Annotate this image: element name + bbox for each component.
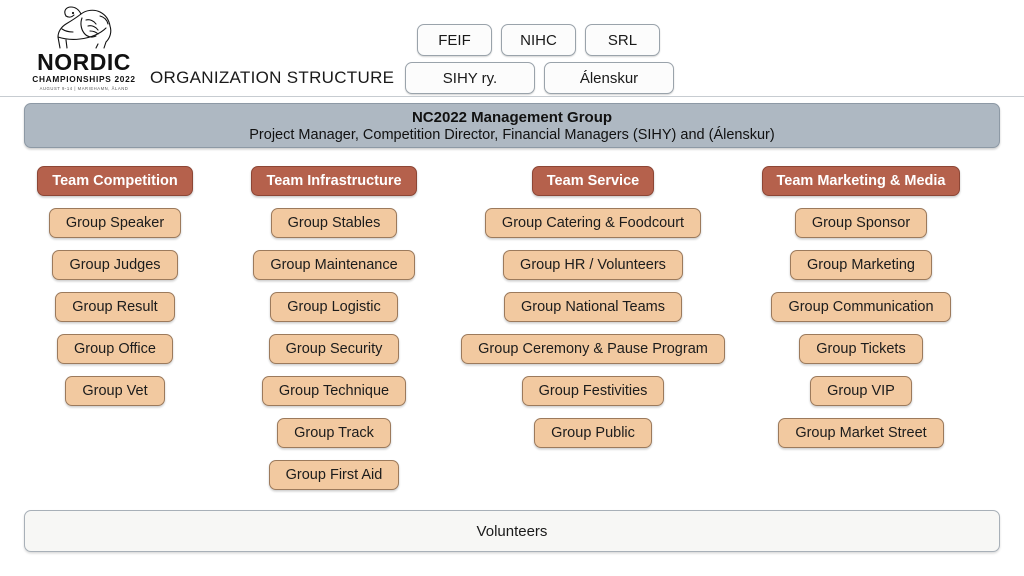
teams-container: Team Competition Group Speaker Group Jud…	[0, 166, 1024, 496]
affiliation-feif[interactable]: FEIF	[417, 24, 492, 56]
group-box[interactable]: Group Judges	[52, 250, 178, 280]
organization-structure-chart: NORDIC CHAMPIONSHIPS 2022 AUGUST 9-14 | …	[0, 0, 1024, 576]
affiliation-srl[interactable]: SRL	[585, 24, 660, 56]
page-title: ORGANIZATION STRUCTURE	[150, 68, 395, 87]
team-header-marketing-media[interactable]: Team Marketing & Media	[761, 166, 961, 196]
affiliations-row-2: SIHY ry. Álenskur	[405, 62, 674, 94]
group-box[interactable]: Group Sponsor	[794, 208, 928, 238]
header-divider	[0, 96, 1024, 97]
group-box[interactable]: Group Speaker	[48, 208, 182, 238]
affiliations-row-1: FEIF NIHC SRL	[417, 24, 660, 56]
group-box[interactable]: Group Track	[277, 418, 391, 448]
nordic-championships-logo: NORDIC CHAMPIONSHIPS 2022 AUGUST 9-14 | …	[24, 4, 144, 96]
nordic-horse-emblem-icon	[57, 6, 112, 49]
management-group-banner: NC2022 Management Group Project Manager,…	[24, 103, 1000, 148]
team-column-competition: Team Competition Group Speaker Group Jud…	[24, 166, 206, 418]
group-box[interactable]: Group Market Street	[778, 418, 944, 448]
volunteers-label: Volunteers	[476, 522, 548, 540]
group-box[interactable]: Group Communication	[771, 292, 951, 322]
group-box[interactable]: Group Ceremony & Pause Program	[461, 334, 725, 364]
group-box[interactable]: Group VIP	[810, 376, 912, 406]
logo-wordmark: NORDIC	[37, 49, 131, 75]
group-box[interactable]: Group Result	[55, 292, 175, 322]
team-header-infrastructure[interactable]: Team Infrastructure	[251, 166, 417, 196]
group-box[interactable]: Group Maintenance	[253, 250, 415, 280]
group-box[interactable]: Group Security	[268, 334, 400, 364]
group-box[interactable]: Group Marketing	[790, 250, 932, 280]
group-box[interactable]: Group First Aid	[268, 460, 400, 490]
group-box[interactable]: Group Public	[534, 418, 652, 448]
page-header: NORDIC CHAMPIONSHIPS 2022 AUGUST 9-14 | …	[0, 0, 1024, 97]
logo-subtitle: CHAMPIONSHIPS 2022	[32, 74, 136, 84]
group-box[interactable]: Group Logistic	[270, 292, 398, 322]
group-box[interactable]: Group Catering & Foodcourt	[484, 208, 702, 238]
group-box[interactable]: Group Technique	[261, 376, 407, 406]
affiliation-alenskur[interactable]: Álenskur	[544, 62, 674, 94]
team-column-marketing-media: Team Marketing & Media Group Sponsor Gro…	[756, 166, 966, 460]
group-box[interactable]: Group Vet	[65, 376, 165, 406]
team-column-service: Team Service Group Catering & Foodcourt …	[437, 166, 749, 460]
group-box[interactable]: Group Stables	[270, 208, 398, 238]
group-box[interactable]: Group Festivities	[521, 376, 665, 406]
management-group-members: Project Manager, Competition Director, F…	[249, 126, 775, 143]
affiliation-sihy-ry[interactable]: SIHY ry.	[405, 62, 535, 94]
logo-date-location: AUGUST 9-14 | MARIEHAMN, ÅLAND	[39, 86, 129, 91]
group-box[interactable]: Group Office	[57, 334, 173, 364]
management-group-title: NC2022 Management Group	[411, 108, 613, 126]
team-header-service[interactable]: Team Service	[531, 166, 655, 196]
volunteers-bar[interactable]: Volunteers	[24, 510, 1000, 552]
affiliation-nihc[interactable]: NIHC	[501, 24, 576, 56]
team-column-infrastructure: Team Infrastructure Group Stables Group …	[243, 166, 425, 502]
group-box[interactable]: Group HR / Volunteers	[503, 250, 683, 280]
group-box[interactable]: Group National Teams	[503, 292, 682, 322]
team-header-competition[interactable]: Team Competition	[37, 166, 193, 196]
group-box[interactable]: Group Tickets	[799, 334, 923, 364]
